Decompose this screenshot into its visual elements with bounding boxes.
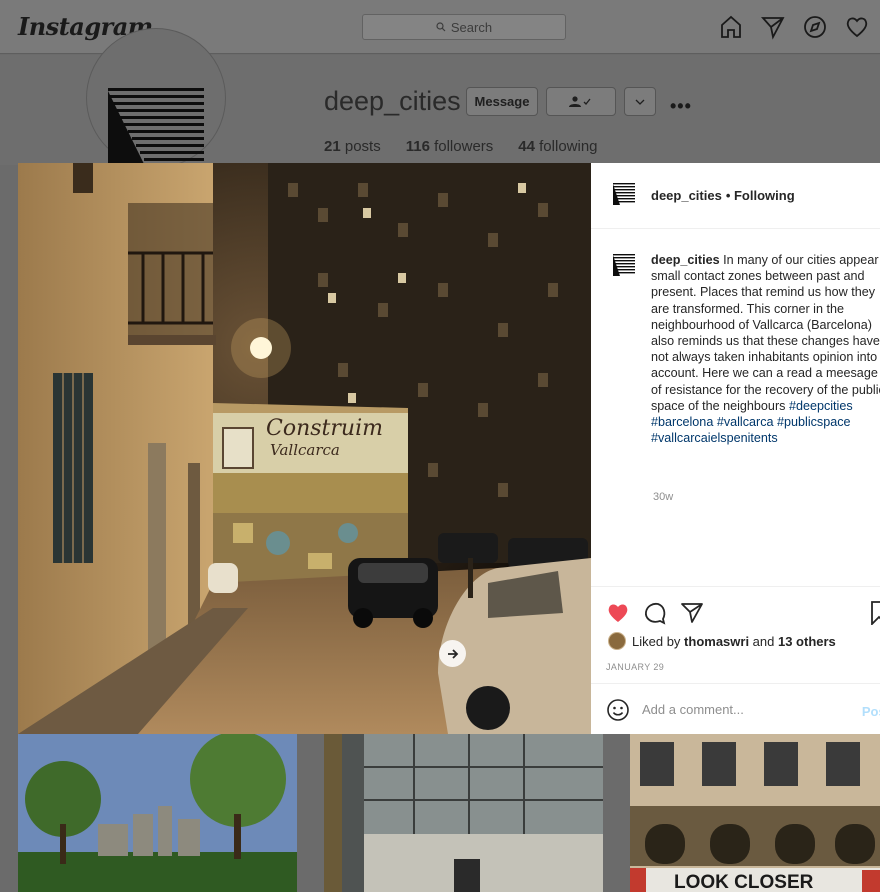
post-details-panel: deep_cities • Following deep_cities In m… [591,163,880,734]
post-header: deep_cities • Following [591,163,880,229]
activity-icon[interactable] [844,14,870,40]
night-street-mural-image: Construim Vallcarca [18,163,591,734]
search-placeholder: Search [450,19,493,35]
grid-thumbnail-1[interactable] [18,734,297,892]
following-status[interactable]: • Following [726,188,795,203]
look-closer-text: LOOK CLOSER [674,872,814,892]
comment-icon[interactable] [643,601,667,630]
author-avatar[interactable] [611,181,637,211]
caption-age: 30w [653,491,674,503]
like-heart-icon[interactable] [606,601,630,630]
building-facade-image [324,734,603,892]
followers-stat[interactable]: 116 followers [406,138,494,155]
share-icon[interactable] [680,601,704,630]
add-comment-row: Add a comment... Post [591,683,880,735]
profile-username: deep_cities [324,86,461,116]
likes-text[interactable]: Liked by thomaswri and 13 others [632,634,836,649]
grid-thumbnail-2[interactable] [324,734,603,892]
following-button[interactable] [546,87,616,116]
nav-icons [718,14,870,40]
message-button[interactable]: Message [466,87,538,116]
emoji-icon[interactable] [606,698,630,722]
posts-stat: 21 posts [324,138,381,155]
bookmark-icon[interactable] [871,601,880,625]
search-icon [436,22,446,32]
arrow-right-icon [447,648,458,659]
explore-icon[interactable] [802,14,828,40]
mural-subtitle-text: Vallcarca [270,441,340,459]
profile-stats: 21 posts 116 followers 44 following [324,138,598,155]
comment-input[interactable]: Add a comment... [642,702,744,717]
post-author-name[interactable]: deep_cities [651,188,722,203]
more-options-icon[interactable]: ••• [670,96,692,117]
search-box[interactable]: Search [362,14,566,40]
chevron-down-icon [635,99,645,105]
next-photo-button[interactable] [439,640,466,667]
post-comment-button[interactable]: Post [862,704,880,719]
post-photo: Construim Vallcarca [18,163,591,734]
likes-summary: Liked by thomaswri and 13 others [608,632,836,650]
mural-title-text: Construim [266,416,383,441]
deep-cities-logo [108,88,204,168]
grid-thumbnail-3[interactable]: LOOK CLOSER [630,734,880,892]
caption-username[interactable]: deep_cities [651,253,720,267]
person-check-icon [569,95,591,107]
following-stat[interactable]: 44 following [518,138,597,155]
park-trees-image [18,734,297,892]
caption-author-avatar[interactable] [611,252,637,282]
post-actions: Liked by thomaswri and 13 others JANUARY… [591,586,880,736]
caption-text: deep_cities In many of our cities appear… [651,252,880,446]
direct-icon[interactable] [760,14,786,40]
post-caption: deep_cities In many of our cities appear… [611,252,880,446]
look-closer-building-image: LOOK CLOSER [630,734,880,892]
home-icon[interactable] [718,14,744,40]
caption-body: In many of our cities appear small conta… [651,253,880,413]
suggested-dropdown-button[interactable] [624,87,656,116]
post-date: JANUARY 29 [606,662,665,672]
liker-avatar [608,632,626,650]
